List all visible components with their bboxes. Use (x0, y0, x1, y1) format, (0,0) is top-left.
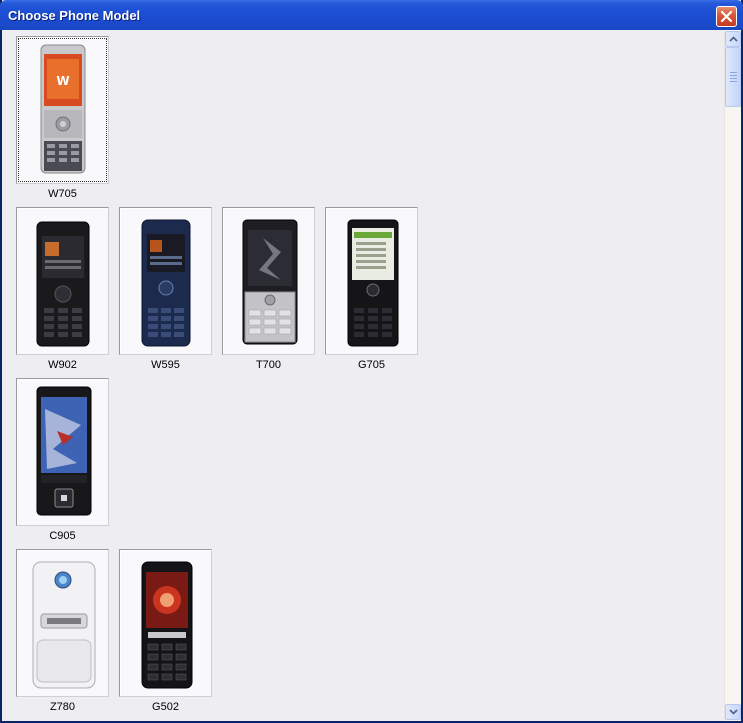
z780-phone-image (32, 561, 96, 689)
g502-phone-image (141, 561, 193, 689)
phone-label: W595 (151, 359, 180, 371)
window-title: Choose Phone Model (8, 8, 141, 23)
chevron-up-icon (728, 36, 738, 42)
phone-model-list[interactable]: W W705 W902 W595 T700 G705 C905 Z780 G50… (2, 30, 724, 721)
phone-tile-c905[interactable] (16, 378, 109, 526)
phone-tile-w902[interactable] (16, 207, 109, 355)
phone-tile-g502[interactable] (119, 549, 212, 697)
t700-phone-image (242, 219, 298, 345)
w595-phone-image (141, 219, 191, 347)
c905-phone-image (36, 386, 92, 516)
phone-tile-w595[interactable] (119, 207, 212, 355)
phone-label: G705 (358, 359, 385, 371)
phone-label: W705 (48, 188, 77, 200)
grip-line (729, 72, 737, 73)
phone-tile-t700[interactable] (222, 207, 315, 355)
scroll-up-button[interactable] (725, 31, 741, 47)
scroll-down-button[interactable] (725, 704, 741, 720)
svg-text:W: W (56, 74, 69, 88)
g705-phone-image (347, 219, 399, 347)
phone-tile-w705[interactable]: W (16, 36, 109, 184)
grip-line (729, 81, 737, 82)
close-icon (720, 10, 733, 23)
grip-line (729, 75, 737, 76)
phone-tile-z780[interactable] (16, 549, 109, 697)
phone-label: Z780 (49, 701, 76, 713)
w705-phone-image: W (40, 44, 86, 174)
title-bar[interactable]: Choose Phone Model (0, 0, 743, 30)
phone-label: C905 (49, 530, 76, 542)
chevron-down-icon (728, 709, 738, 715)
close-button[interactable] (716, 6, 737, 27)
phone-label: W902 (48, 359, 77, 371)
phone-tile-g705[interactable] (325, 207, 418, 355)
choose-phone-model-dialog: Choose Phone Model W W705 W902 W595 T700… (0, 0, 743, 723)
phone-label: G502 (152, 701, 179, 713)
scroll-thumb[interactable] (725, 47, 741, 107)
phone-label: T700 (255, 359, 282, 371)
grip-line (729, 78, 737, 79)
vertical-scrollbar[interactable] (724, 30, 741, 721)
w902-phone-image (36, 221, 90, 347)
